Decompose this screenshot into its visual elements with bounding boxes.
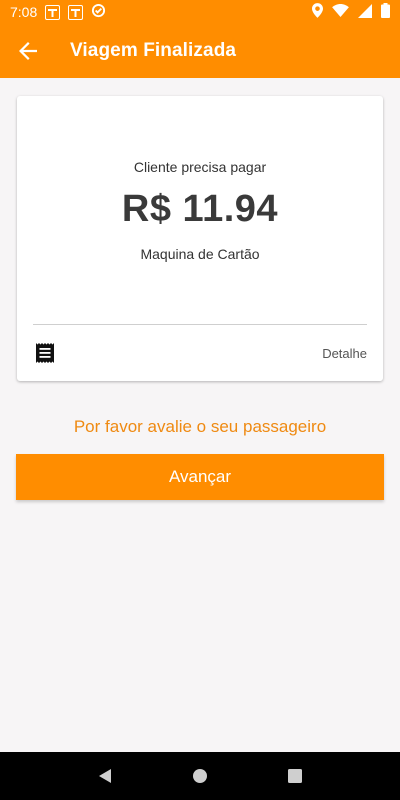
app-bar: Viagem Finalizada	[0, 24, 400, 78]
advance-button[interactable]: Avançar	[16, 454, 384, 500]
nav-recents-button[interactable]	[275, 756, 315, 796]
recents-square-icon	[287, 769, 302, 783]
payment-card: Cliente precisa pagar R$ 11.94 Maquina d…	[17, 96, 383, 381]
location-icon	[312, 3, 323, 21]
sync-icon	[91, 3, 106, 21]
payment-prompt: Cliente precisa pagar	[133, 159, 267, 175]
nav-home-button[interactable]	[180, 756, 220, 796]
system-nav-bar	[0, 752, 400, 800]
app-notification-icon	[68, 4, 84, 20]
wifi-icon	[332, 4, 349, 20]
page-title: Viagem Finalizada	[70, 40, 237, 61]
app-notification-icon	[45, 4, 61, 20]
home-circle-icon	[192, 769, 207, 783]
nav-back-button[interactable]	[85, 756, 125, 796]
payment-amount: R$ 11.94	[121, 188, 279, 230]
status-bar: 7:08	[0, 0, 400, 24]
back-triangle-icon	[99, 769, 112, 783]
divider	[33, 324, 367, 325]
arrow-back-icon	[19, 42, 37, 60]
signal-icon	[358, 3, 372, 21]
receipt-icon[interactable]	[36, 343, 54, 363]
payment-method: Maquina de Cartão	[140, 246, 260, 262]
status-time: 7:08	[10, 4, 38, 20]
battery-icon	[381, 3, 390, 21]
back-button[interactable]	[0, 24, 56, 78]
rate-passenger-prompt[interactable]: Por favor avalie o seu passageiro	[0, 417, 400, 437]
detail-link[interactable]: Detalhe	[322, 346, 367, 361]
